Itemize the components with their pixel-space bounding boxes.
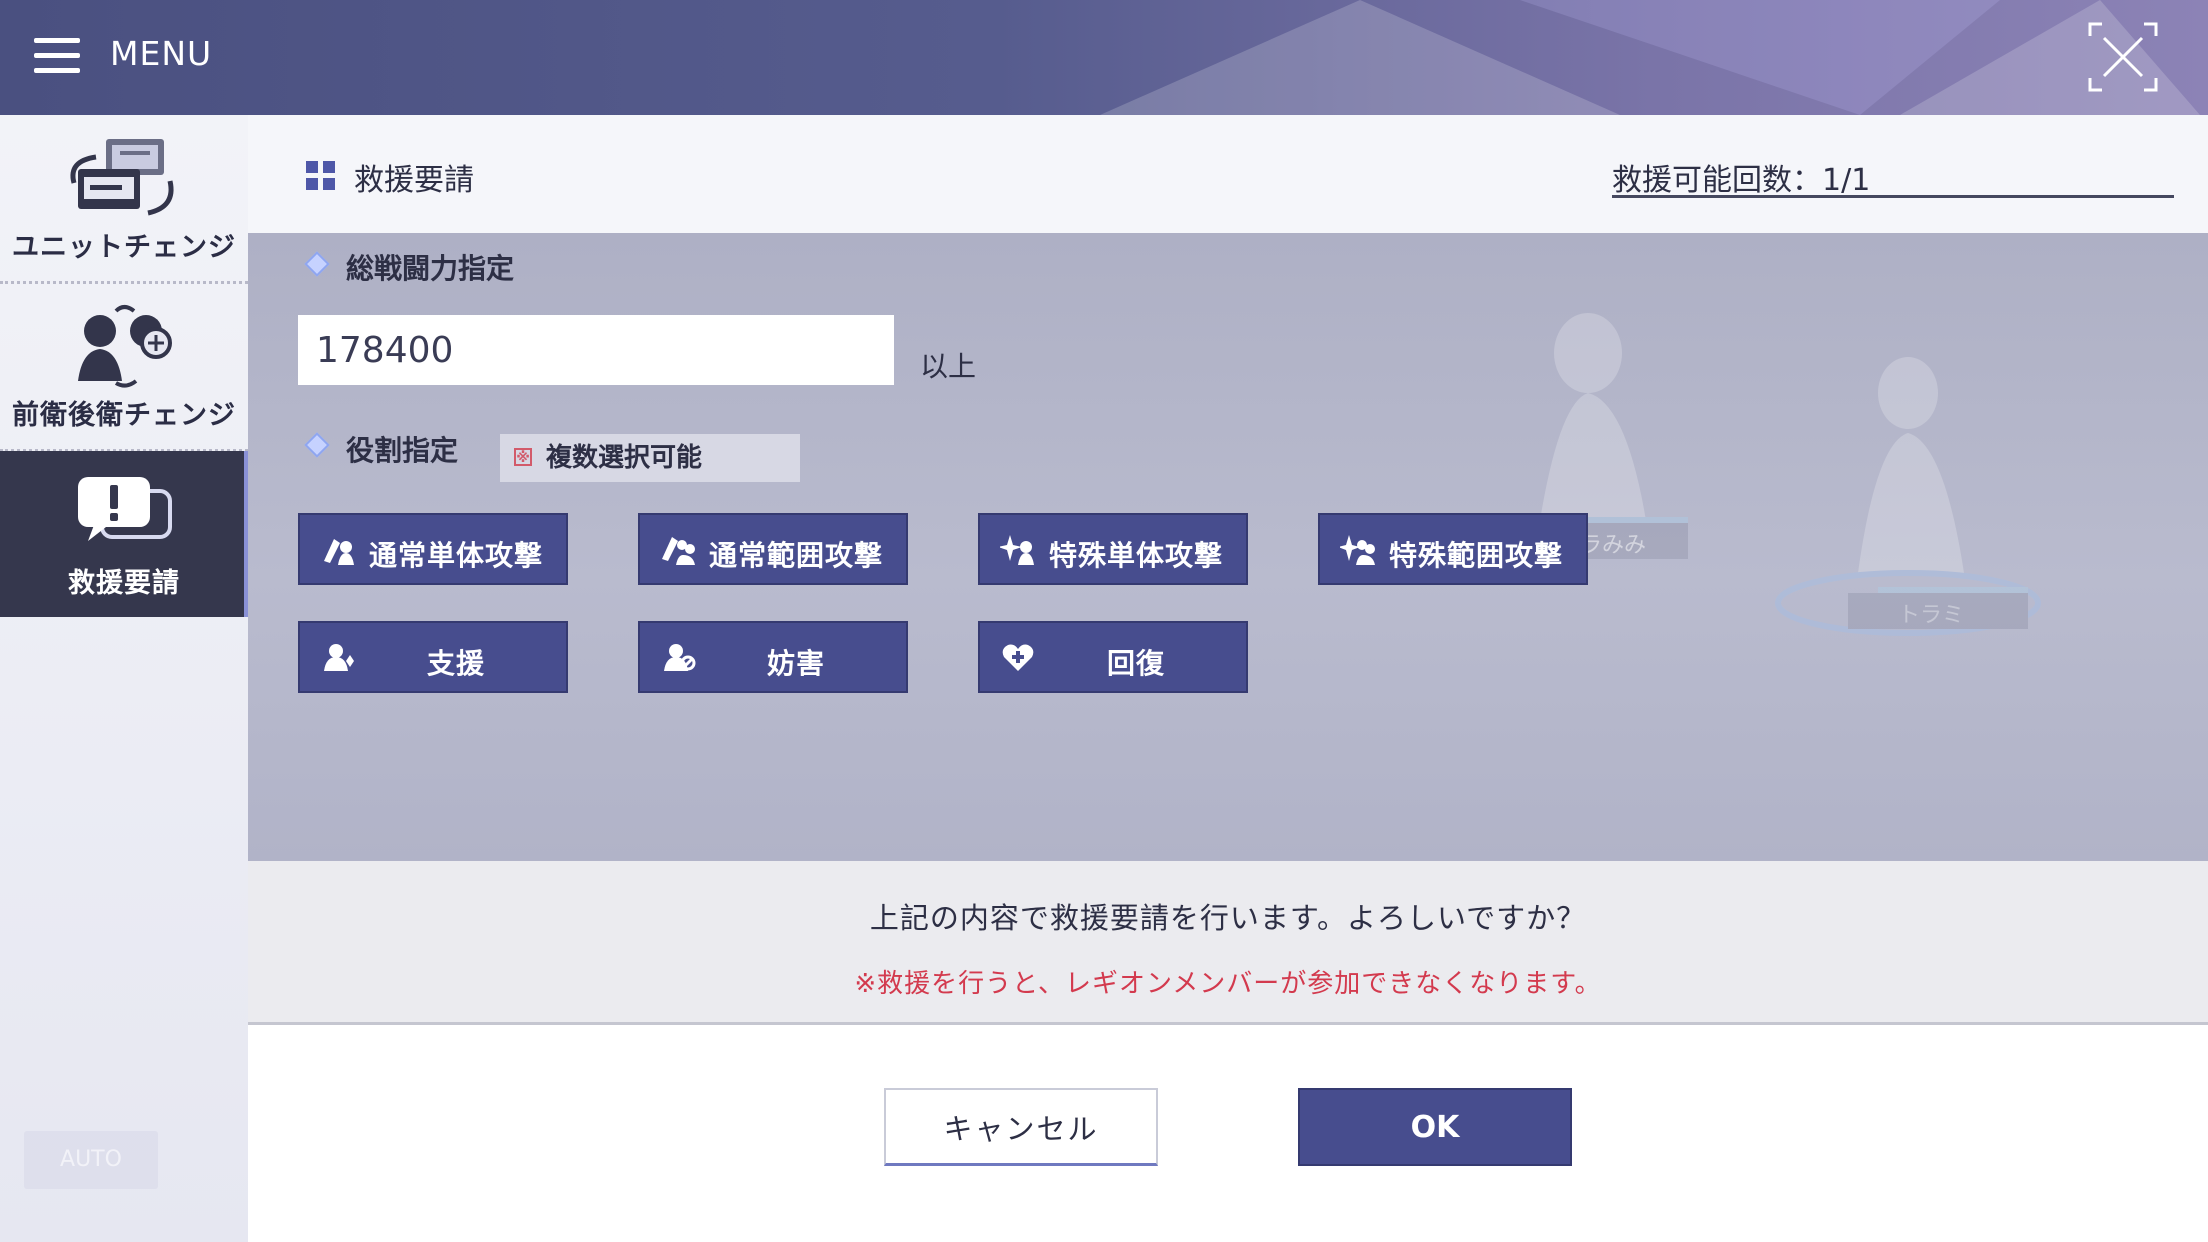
role-button-label: 特殊単体攻撃 [1048,539,1223,572]
role-button-special-single-attack[interactable]: 特殊単体攻撃 [978,513,1248,585]
section-marker-icon [304,251,330,277]
role-button-label: 通常範囲攻撃 [708,539,883,572]
power-suffix: 以上 [920,350,977,383]
support-icon [324,644,354,671]
note-mark: ※ [514,448,532,466]
unit-change-icon [70,139,174,216]
multi-select-text: 複数選択可能 [546,443,703,473]
rescue-count-underline [1612,195,2174,198]
role-button-label: 特殊範囲攻撃 [1388,539,1563,572]
background-unit-label: トラミ [1898,603,1965,628]
ok-button[interactable]: OK [1298,1088,1572,1166]
confirm-warning: ※救援を行うと、レギオンメンバーが参加できなくなります。 [854,969,1602,999]
position-change-icon [78,305,172,388]
special-single-attack-icon [1000,535,1034,565]
hamburger-menu-icon[interactable] [34,38,80,74]
menu-label[interactable]: MENU [110,34,212,73]
role-button-obstruct[interactable]: 妨害 [638,621,908,693]
role-button-special-area-attack[interactable]: 特殊範囲攻撃 [1318,513,1588,585]
header-decoration [1100,0,2200,115]
normal-single-attack-icon [324,539,354,565]
confirm-area: 上記の内容で救援要請を行います。よろしいですか？ ※救援を行うと、レギオンメンバ… [248,861,2208,1025]
role-button-support[interactable]: 支援 [298,621,568,693]
role-section-label: 役割指定 [346,434,459,467]
page-title: 救援要請 [354,163,474,198]
sidebar-item-rescue-request[interactable]: 救援要請 [0,451,248,617]
role-button-heal[interactable]: 回復 [978,621,1248,693]
sidebar-item-label: 救援要請 [68,568,180,599]
panel-header: 救援要請 救援可能回数：1/1 [248,115,2208,233]
role-button-label: 支援 [426,647,485,680]
obstruct-icon [664,644,696,671]
section-marker-icon [304,432,330,458]
grid-icon [306,161,336,191]
sidebar: ユニットチェンジ 前衛後衛チェンジ 救援要請 AUTO [0,115,248,1242]
auto-button[interactable]: AUTO [24,1131,158,1189]
role-button-label: 回復 [1106,647,1165,680]
rescue-request-icon [78,477,172,541]
total-power-input[interactable] [298,315,894,385]
background-battle-scene [1508,313,2041,636]
special-area-attack-icon [1340,535,1375,565]
normal-area-attack-icon [662,537,695,565]
sidebar-item-position-change[interactable]: 前衛後衛チェンジ [0,283,248,449]
close-icon [2088,22,2158,92]
role-button-normal-single-attack[interactable]: 通常単体攻撃 [298,513,568,585]
role-button-normal-area-attack[interactable]: 通常範囲攻撃 [638,513,908,585]
cancel-button[interactable]: キャンセル [884,1088,1158,1166]
sidebar-item-unit-change[interactable]: ユニットチェンジ [0,115,248,281]
rescue-count: 救援可能回数：1/1 [1612,163,1871,198]
confirm-message: 上記の内容で救援要請を行います。よろしいですか？ [869,901,1587,935]
sidebar-item-label: ユニットチェンジ [12,232,236,263]
heal-icon [1002,644,1034,671]
role-button-label: 妨害 [766,647,825,680]
power-section-label: 総戦闘力指定 [346,252,515,285]
close-button[interactable] [2088,22,2158,92]
dialog-footer: キャンセル OK [248,1025,2208,1242]
top-bar: MENU [0,0,2208,115]
multi-select-badge: ※ 複数選択可能 [500,434,800,482]
role-button-label: 通常単体攻撃 [368,539,543,572]
sidebar-item-label: 前衛後衛チェンジ [12,400,236,431]
form-area: ドラみみ トラミ 総戦闘力指定 以上 役割指定 ※ 複数選択可能 通常単体攻撃 … [248,233,2208,861]
